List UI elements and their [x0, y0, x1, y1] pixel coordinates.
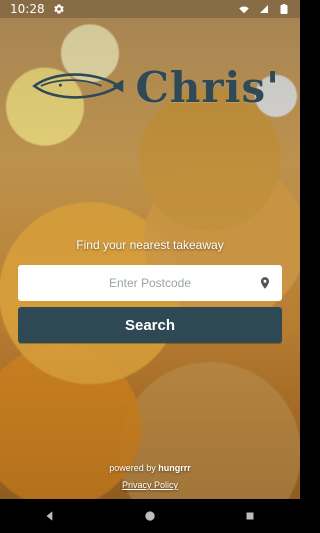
- powered-by-brand: hungrrr: [158, 463, 191, 473]
- search-button[interactable]: Search: [18, 307, 282, 343]
- postcode-field[interactable]: [18, 265, 282, 301]
- android-nav-bar: [0, 499, 300, 533]
- battery-icon: [278, 3, 290, 15]
- back-icon: [43, 509, 57, 523]
- powered-by-prefix: powered by: [109, 463, 156, 473]
- location-pin-icon[interactable]: [258, 274, 272, 292]
- recents-icon: [243, 509, 257, 523]
- nav-home-button[interactable]: [136, 502, 164, 530]
- settings-icon: [53, 3, 65, 15]
- nav-recents-button[interactable]: [236, 502, 264, 530]
- status-bar: 10:28: [0, 0, 300, 18]
- powered-by: powered by hungrrr: [0, 463, 300, 473]
- signal-icon: [258, 3, 270, 15]
- find-takeaway-title: Find your nearest takeaway: [76, 238, 224, 252]
- wifi-icon: [238, 3, 250, 15]
- home-icon: [143, 509, 157, 523]
- brand-logo: Chris': [30, 62, 280, 110]
- brand-name: Chris': [135, 63, 280, 112]
- status-time: 10:28: [10, 2, 45, 16]
- nav-back-button[interactable]: [36, 502, 64, 530]
- postcode-input[interactable]: [18, 265, 282, 301]
- fish-logo-icon: [30, 64, 125, 108]
- privacy-policy-link[interactable]: Privacy Policy: [0, 480, 300, 490]
